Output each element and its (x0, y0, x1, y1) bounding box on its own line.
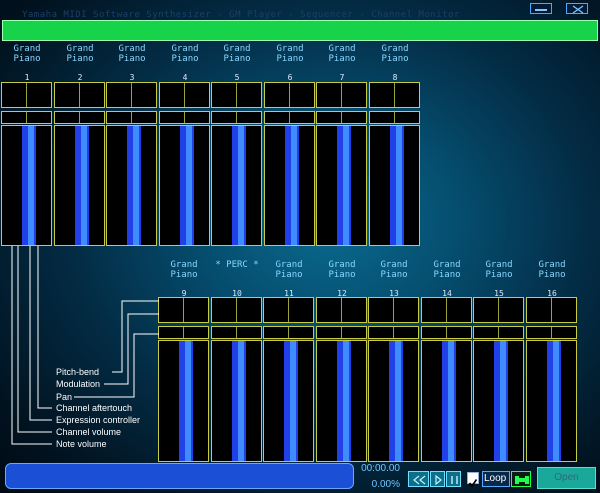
pause-button[interactable] (446, 471, 461, 487)
legend-pan: Pan (56, 392, 73, 402)
time-display: 00:00.00 (361, 463, 400, 474)
settings-button[interactable] (511, 471, 531, 487)
legend-pitch-bend: Pitch-bend (56, 367, 100, 377)
legend-modulation: Modulation (56, 379, 101, 389)
progress-percent: 0.00% (371, 479, 400, 490)
loop-label[interactable]: Loop (482, 471, 510, 487)
checkmark-icon (468, 479, 478, 488)
legend-note-volume: Note volume (56, 439, 107, 449)
legend-expression-controller: Expression controller (56, 415, 141, 425)
rewind-icon (413, 475, 426, 485)
status-bar (5, 463, 354, 489)
pause-icon (451, 476, 458, 484)
legend-channel-volume: Channel volume (56, 427, 122, 437)
wrench-icon (515, 476, 529, 484)
open-button[interactable]: Open (537, 467, 596, 489)
legend-channel-aftertouch: Channel aftertouch (56, 403, 133, 413)
play-icon (435, 474, 442, 486)
play-button[interactable] (430, 471, 445, 487)
rewind-button[interactable] (408, 471, 429, 487)
loop-checkbox[interactable] (467, 472, 479, 488)
